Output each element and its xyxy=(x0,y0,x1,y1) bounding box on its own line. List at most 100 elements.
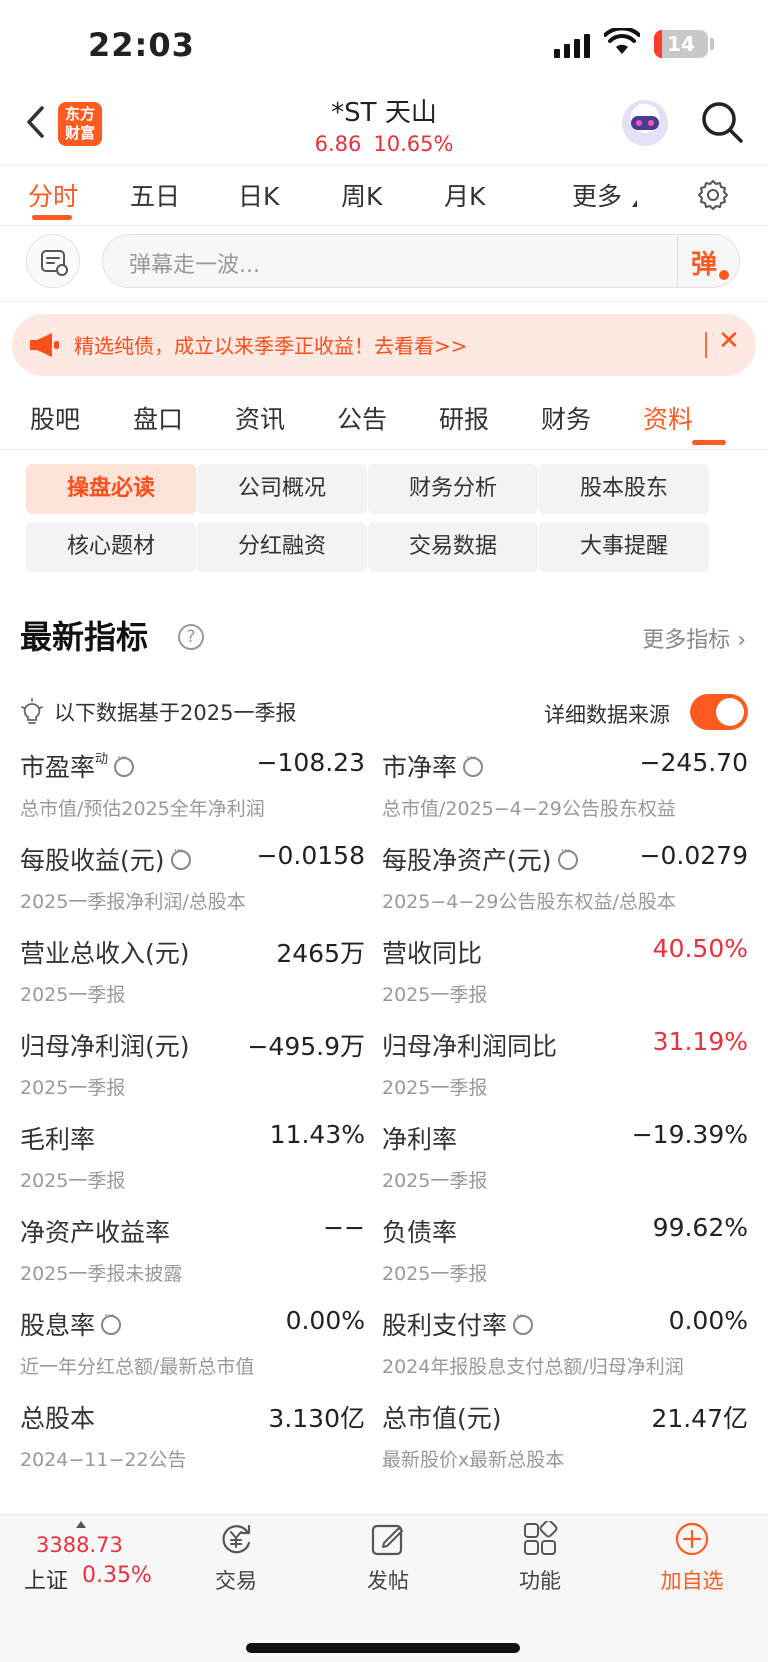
metric-description: 最新股价x最新总股本 xyxy=(382,1449,565,1471)
metric-value: −108.23 xyxy=(256,748,365,777)
data-source-toggle[interactable] xyxy=(690,694,748,730)
grid-icon xyxy=(524,1521,558,1555)
danmaku-send-button[interactable]: 弹 xyxy=(691,244,731,282)
metric-eps: 每股收益(元) −0.0158 2025一季报净利润/总股本 xyxy=(20,841,365,933)
chart-period-tabs: 分时 五日 日K 周K 月K 更多 xyxy=(0,164,768,226)
chip-company-overview[interactable]: 公司概况 xyxy=(197,464,367,514)
tab-forum[interactable]: 股吧 xyxy=(30,400,80,436)
metric-label: 负债率 xyxy=(382,1218,458,1247)
tab-monthly-k[interactable]: 月K xyxy=(444,177,485,213)
metric-description: 2025−4−29公告股东权益/总股本 xyxy=(382,891,676,913)
status-bar: 22:03 14 xyxy=(0,0,768,88)
tab-weekly-k[interactable]: 周K xyxy=(341,177,382,213)
yuan-cycle-icon xyxy=(222,1524,251,1554)
tab-five-day[interactable]: 五日 xyxy=(130,177,180,213)
metric-description: 总市值/2025−4−29公告股东权益 xyxy=(382,798,676,820)
tab-finance[interactable]: 财务 xyxy=(541,400,591,436)
add-watchlist-label: 加自选 xyxy=(660,1569,724,1593)
metric-description: 2025一季报净利润/总股本 xyxy=(20,891,246,913)
trade-button[interactable]: 交易 xyxy=(176,1521,296,1599)
active-tab-indicator xyxy=(692,440,726,445)
chip-events-reminder[interactable]: 大事提醒 xyxy=(539,522,709,572)
divider xyxy=(677,235,678,287)
metric-total-shares: 总股本 3.130亿 2024−11−22公告 xyxy=(20,1399,365,1491)
metric-value: 31.19% xyxy=(652,1027,748,1056)
metric-description: 2025一季报 xyxy=(382,1170,488,1192)
chip-shareholders[interactable]: 股本股东 xyxy=(539,464,709,514)
tab-more[interactable]: 更多 xyxy=(572,177,622,213)
metric-label: 营收同比 xyxy=(382,939,483,968)
index-change: 0.35% xyxy=(82,1563,152,1588)
metric-label-superscript: 动 xyxy=(95,752,109,767)
chip-financial-analysis[interactable]: 财务分析 xyxy=(368,464,538,514)
post-label: 发帖 xyxy=(367,1569,409,1593)
chip-trading-must-read[interactable]: 操盘必读 xyxy=(26,464,196,514)
post-button[interactable]: 发帖 xyxy=(328,1521,448,1599)
metric-description: 2025一季报 xyxy=(20,984,126,1006)
chip-trading-data[interactable]: 交易数据 xyxy=(368,522,538,572)
metric-bvps: 每股净资产(元) −0.0279 2025−4−29公告股东权益/总股本 xyxy=(382,841,748,933)
metric-roe: 净资产收益率 −− 2025一季报未披露 xyxy=(20,1213,365,1305)
toggle-knob xyxy=(716,698,744,726)
metric-label: 归母净利润(元) xyxy=(20,1032,190,1061)
metric-total-revenue: 营业总收入(元) 2465万 2025一季报 xyxy=(20,934,365,1026)
chip-core-themes[interactable]: 核心题材 xyxy=(26,522,196,572)
danmaku-bar: 弹幕走一波... 弹 xyxy=(0,228,768,302)
tab-order-book[interactable]: 盘口 xyxy=(133,400,183,436)
info-icon[interactable] xyxy=(101,1309,122,1335)
battery-level: 14 xyxy=(667,32,695,56)
metric-value: −0.0158 xyxy=(256,841,365,870)
danmaku-placeholder: 弹幕走一波... xyxy=(129,253,260,278)
promo-banner[interactable]: 精选纯债，成立以来季季正收益！去看看>> ✕ xyxy=(12,314,756,376)
chip-dividends-financing[interactable]: 分红融资 xyxy=(197,522,367,572)
metric-value: 2465万 xyxy=(276,939,365,968)
tab-daily-k[interactable]: 日K xyxy=(238,177,279,213)
metric-description: 2025一季报 xyxy=(382,1077,488,1099)
add-watchlist-button[interactable]: 加自选 xyxy=(632,1521,752,1599)
close-icon[interactable]: ✕ xyxy=(718,326,740,356)
functions-label: 功能 xyxy=(519,1569,561,1593)
battery-icon: 14 xyxy=(654,30,708,58)
metric-description: 2025一季报未披露 xyxy=(20,1263,183,1285)
search-icon[interactable] xyxy=(700,100,744,144)
stock-price: 6.86 xyxy=(314,132,362,156)
info-icon[interactable] xyxy=(557,844,578,870)
metric-net-profit-yoy: 归母净利润同比 31.19% 2025一季报 xyxy=(382,1027,748,1119)
info-icon[interactable] xyxy=(513,1309,534,1335)
ai-assistant-robot-icon[interactable] xyxy=(622,100,668,146)
metric-label: 净资产收益率 xyxy=(20,1218,171,1247)
tab-news[interactable]: 资讯 xyxy=(235,400,285,436)
metric-description: 近一年分红总额/最新总市值 xyxy=(20,1356,255,1378)
tab-research[interactable]: 研报 xyxy=(439,400,489,436)
metric-revenue-yoy: 营收同比 40.50% 2025一季报 xyxy=(382,934,748,1026)
danmaku-input[interactable]: 弹幕走一波... 弹 xyxy=(102,234,740,288)
danmaku-settings-button[interactable] xyxy=(26,234,80,288)
metric-label: 净利率 xyxy=(382,1125,458,1154)
gear-icon[interactable] xyxy=(697,179,729,211)
functions-button[interactable]: 功能 xyxy=(480,1521,600,1599)
info-icon[interactable] xyxy=(170,844,191,870)
tab-profile[interactable]: 资料 xyxy=(643,400,693,436)
metric-label: 毛利率 xyxy=(20,1125,96,1154)
metric-description: 2025一季报 xyxy=(20,1077,126,1099)
tab-intraday[interactable]: 分时 xyxy=(28,177,78,213)
more-indicators-link[interactable]: 更多指标 › xyxy=(642,622,746,654)
help-icon[interactable]: ? xyxy=(178,624,204,650)
data-basis-text: 以下数据基于2025一季报 xyxy=(54,701,297,725)
tab-announcements[interactable]: 公告 xyxy=(337,400,387,436)
metric-label: 归母净利润同比 xyxy=(382,1032,558,1061)
trade-label: 交易 xyxy=(215,1569,257,1593)
stock-header: 东方 财富 *ST 天山 6.86 10.65% xyxy=(0,88,768,164)
metric-debt-ratio: 负债率 99.62% 2025一季报 xyxy=(382,1213,748,1305)
lightbulb-icon xyxy=(21,698,43,724)
danmaku-send-label: 弹 xyxy=(691,250,718,280)
active-tab-indicator xyxy=(32,215,72,220)
metric-label: 每股收益(元) xyxy=(20,846,165,875)
info-icon[interactable] xyxy=(114,751,135,777)
metric-label: 市净率 xyxy=(382,753,458,782)
home-indicator[interactable] xyxy=(246,1643,520,1653)
metric-dividend-yield: 股息率 0.00% 近一年分红总额/最新总市值 xyxy=(20,1306,365,1398)
metric-value: 11.43% xyxy=(269,1120,365,1149)
info-icon[interactable] xyxy=(463,751,484,777)
cellular-signal-icon xyxy=(554,34,590,58)
